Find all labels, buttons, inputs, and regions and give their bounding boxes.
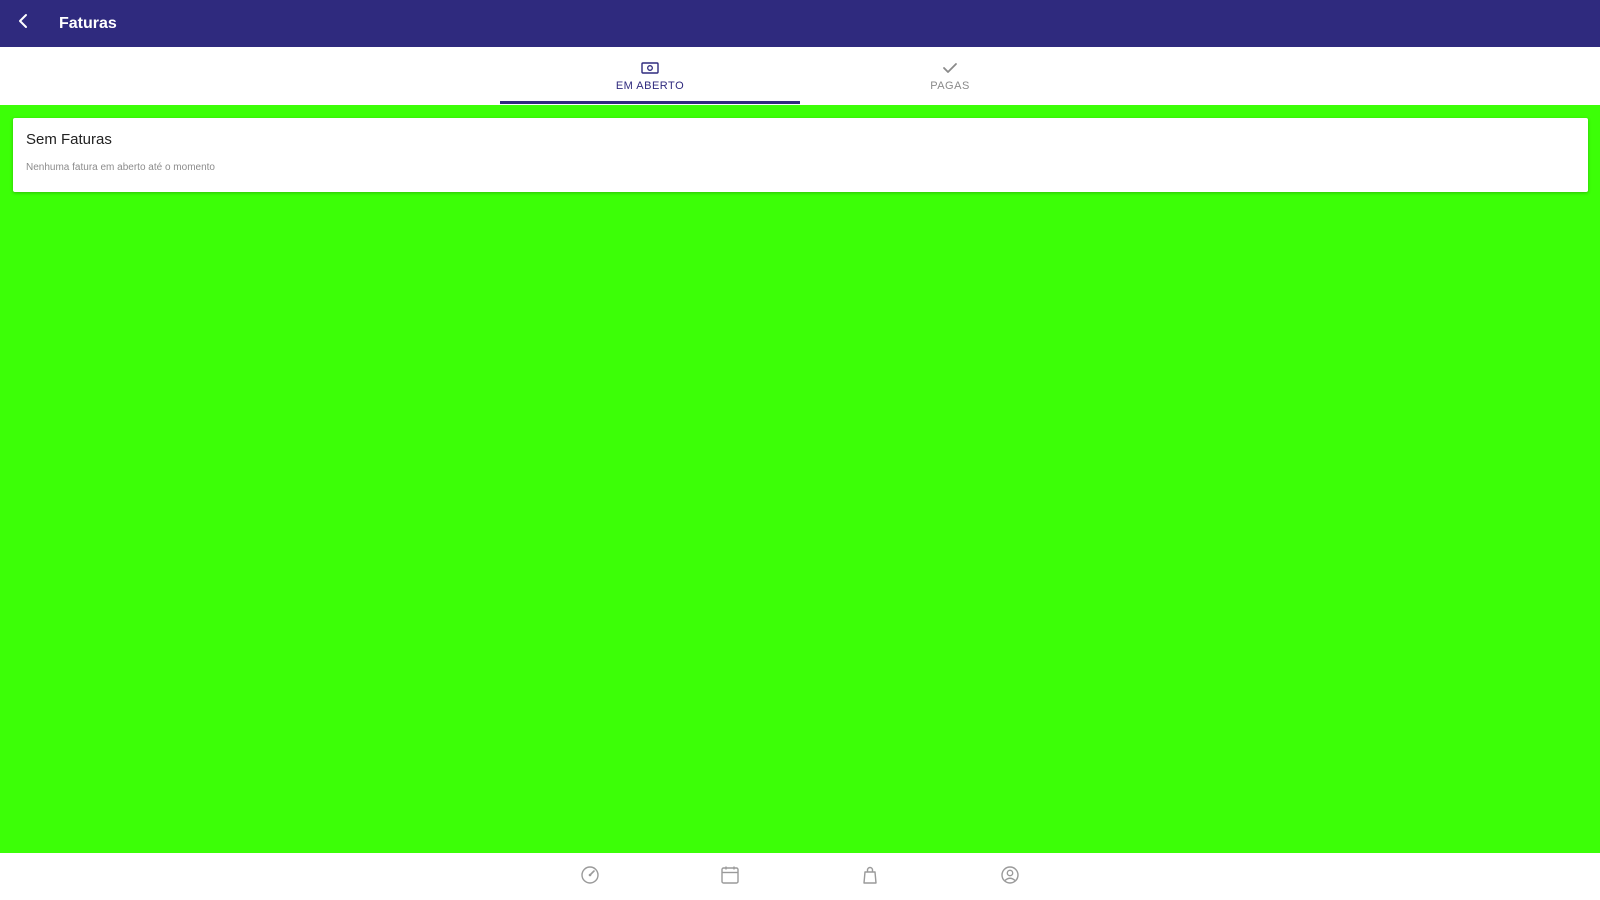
account-icon [1000, 865, 1020, 890]
tab-bar: EM ABERTO PAGAS [0, 47, 1600, 105]
arrow-back-icon [17, 13, 31, 34]
speedometer-icon [580, 865, 600, 890]
page-title: Faturas [59, 14, 117, 32]
bag-icon [860, 865, 880, 890]
back-button[interactable] [0, 0, 48, 47]
nav-shop-button[interactable] [850, 861, 890, 893]
active-tab-indicator [500, 101, 800, 104]
tab-pagas[interactable]: PAGAS [800, 47, 1100, 105]
empty-state-card: Sem Faturas Nenhuma fatura em aberto até… [13, 118, 1588, 192]
nav-account-button[interactable] [990, 861, 1030, 893]
checkmark-icon [942, 60, 958, 76]
tab-label: PAGAS [930, 80, 970, 92]
nav-dashboard-button[interactable] [570, 861, 610, 893]
card-title: Sem Faturas [26, 131, 112, 148]
tab-em-aberto[interactable]: EM ABERTO [500, 47, 800, 105]
tab-label: EM ABERTO [615, 80, 685, 92]
nav-calendar-button[interactable] [710, 861, 750, 893]
calendar-icon [720, 865, 740, 890]
bottom-navigation [0, 853, 1600, 900]
cash-icon [641, 60, 659, 76]
content-area: Sem Faturas Nenhuma fatura em aberto até… [0, 105, 1600, 853]
card-subtitle: Nenhuma fatura em aberto até o momento [26, 162, 215, 173]
app-bar: Faturas [0, 0, 1600, 47]
